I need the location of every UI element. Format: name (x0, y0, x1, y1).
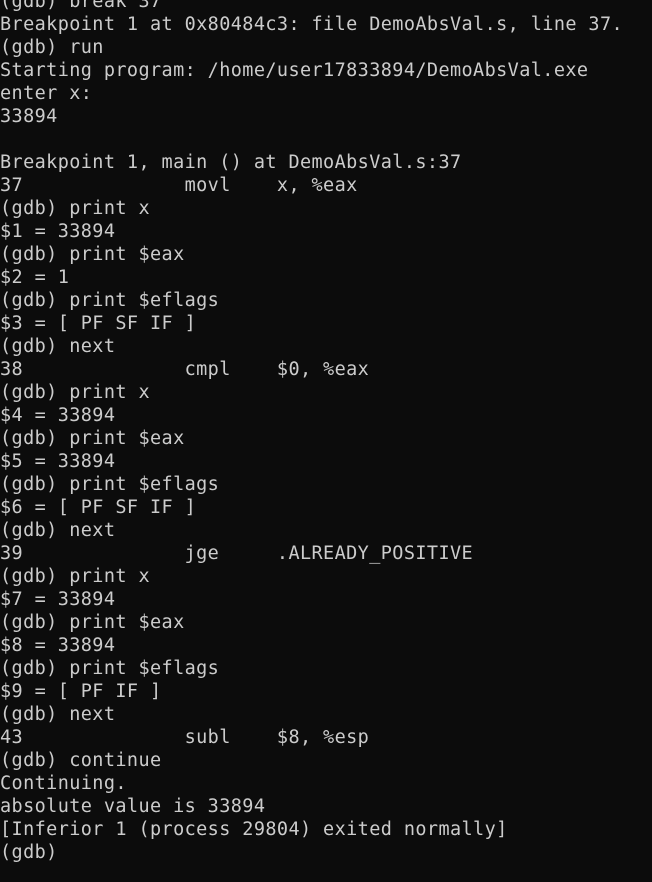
terminal-line-program-output: absolute value is 33894 (0, 796, 266, 817)
terminal-line-result-6: $6 = [ PF SF IF ] (0, 497, 197, 518)
terminal-line-print-eax-cmd: (gdb) print $eax (0, 428, 185, 449)
terminal-line-source-38: 38 cmpl $0, %eax (0, 359, 370, 380)
terminal-line-print-eflags-cmd: (gdb) print $eflags (0, 474, 220, 495)
terminal-line-result-7: $7 = 33894 (0, 589, 116, 610)
terminal-line-result-5: $5 = 33894 (0, 451, 116, 472)
terminal-line-source-43: 43 subl $8, %esp (0, 727, 370, 748)
terminal-line-next-cmd: (gdb) next (0, 336, 116, 357)
terminal-line-result-8: $8 = 33894 (0, 635, 116, 656)
terminal-line-breakpoint-hit: Breakpoint 1, main () at DemoAbsVal.s:37 (0, 152, 462, 173)
terminal-line-print-x-cmd: (gdb) print x (0, 198, 150, 219)
terminal-line-user-input: 33894 (0, 106, 58, 127)
terminal-line-result-1: $1 = 33894 (0, 221, 116, 242)
terminal-line-next-cmd: (gdb) next (0, 520, 116, 541)
terminal-line-run-cmd: (gdb) run (0, 37, 104, 58)
terminal-line-result-4: $4 = 33894 (0, 405, 116, 426)
terminal-line-source-39: 39 jge .ALREADY_POSITIVE (0, 543, 474, 564)
terminal-line-continue-cmd: (gdb) continue (0, 750, 162, 771)
terminal-line-result-9: $9 = [ PF IF ] (0, 681, 162, 702)
terminal-line-print-x-cmd: (gdb) print x (0, 382, 150, 403)
terminal-window[interactable]: (gdb) break 37 Breakpoint 1 at 0x80484c3… (0, 0, 652, 882)
terminal-line-exit-status: [Inferior 1 (process 29804) exited norma… (0, 819, 508, 840)
terminal-line-continuing: Continuing. (0, 773, 127, 794)
terminal-line-break-cmd: (gdb) break 37 (0, 0, 162, 12)
terminal-output: (gdb) break 37 Breakpoint 1 at 0x80484c3… (0, 0, 623, 864)
terminal-line-print-eflags-cmd: (gdb) print $eflags (0, 658, 220, 679)
terminal-line-print-eax-cmd: (gdb) print $eax (0, 612, 185, 633)
terminal-line-print-eflags-cmd: (gdb) print $eflags (0, 290, 220, 311)
terminal-line-source-37: 37 movl x, %eax (0, 175, 358, 196)
terminal-line-result-3: $3 = [ PF SF IF ] (0, 313, 197, 334)
terminal-line-starting-program: Starting program: /home/user17833894/Dem… (0, 60, 589, 81)
terminal-line-print-x-cmd: (gdb) print x (0, 566, 150, 587)
terminal-line-next-cmd: (gdb) next (0, 704, 116, 725)
terminal-line-result-2: $2 = 1 (0, 267, 70, 288)
terminal-prompt[interactable]: (gdb) (0, 841, 623, 864)
terminal-line-breakpoint-set: Breakpoint 1 at 0x80484c3: file DemoAbsV… (0, 14, 624, 35)
terminal-line-enter-prompt: enter x: (0, 83, 93, 104)
terminal-line-print-eax-cmd: (gdb) print $eax (0, 244, 185, 265)
